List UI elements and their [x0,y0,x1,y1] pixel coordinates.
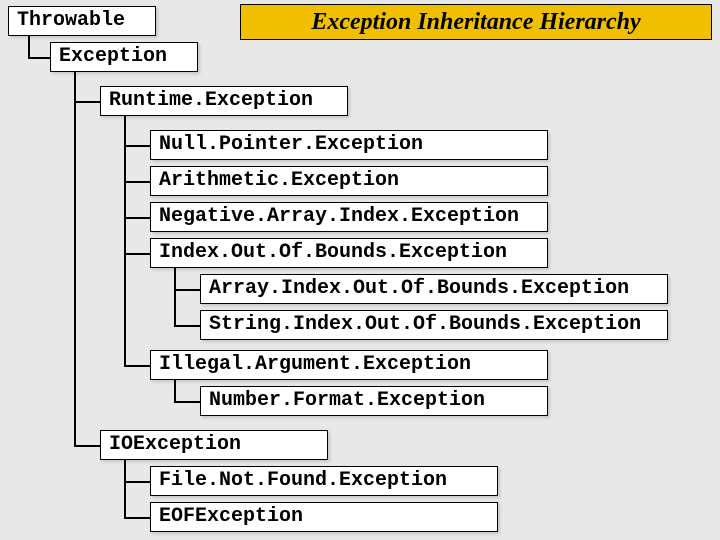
connector [124,517,150,519]
node-illegalargumentexception: Illegal.Argument.Exception [150,350,548,380]
connector [28,57,50,59]
connector [124,217,150,219]
node-filenotfoundexception: File.Not.Found.Exception [150,466,498,496]
node-nullpointerexception: Null.Pointer.Exception [150,130,548,160]
node-arrayindexoutofboundsexception: Array.Index.Out.Of.Bounds.Exception [200,274,668,304]
connector [174,325,200,327]
connector [174,401,200,403]
node-numberformatexception: Number.Format.Exception [200,386,548,416]
node-indexoutofboundsexception: Index.Out.Of.Bounds.Exception [150,238,548,268]
connector [124,460,126,517]
connector [124,181,150,183]
connector [174,268,176,325]
connector [124,145,150,147]
connector [74,445,100,447]
node-runtimeexception: Runtime.Exception [100,86,348,116]
diagram-title: Exception Inheritance Hierarchy [240,4,712,40]
node-negativearrayindexexception: Negative.Array.Index.Exception [150,202,548,232]
node-throwable: Throwable [8,6,156,36]
node-stringindexoutofboundsexception: String.Index.Out.Of.Bounds.Exception [200,310,668,340]
connector [124,116,126,365]
connector [124,481,150,483]
connector [174,380,176,401]
node-eofexception: EOFException [150,502,498,532]
connector [28,36,30,57]
node-exception: Exception [50,42,198,72]
connector [74,101,100,103]
node-ioexception: IOException [100,430,328,460]
connector [124,365,150,367]
connector [74,72,76,445]
connector [174,289,200,291]
connector [124,253,150,255]
node-arithmeticexception: Arithmetic.Exception [150,166,548,196]
